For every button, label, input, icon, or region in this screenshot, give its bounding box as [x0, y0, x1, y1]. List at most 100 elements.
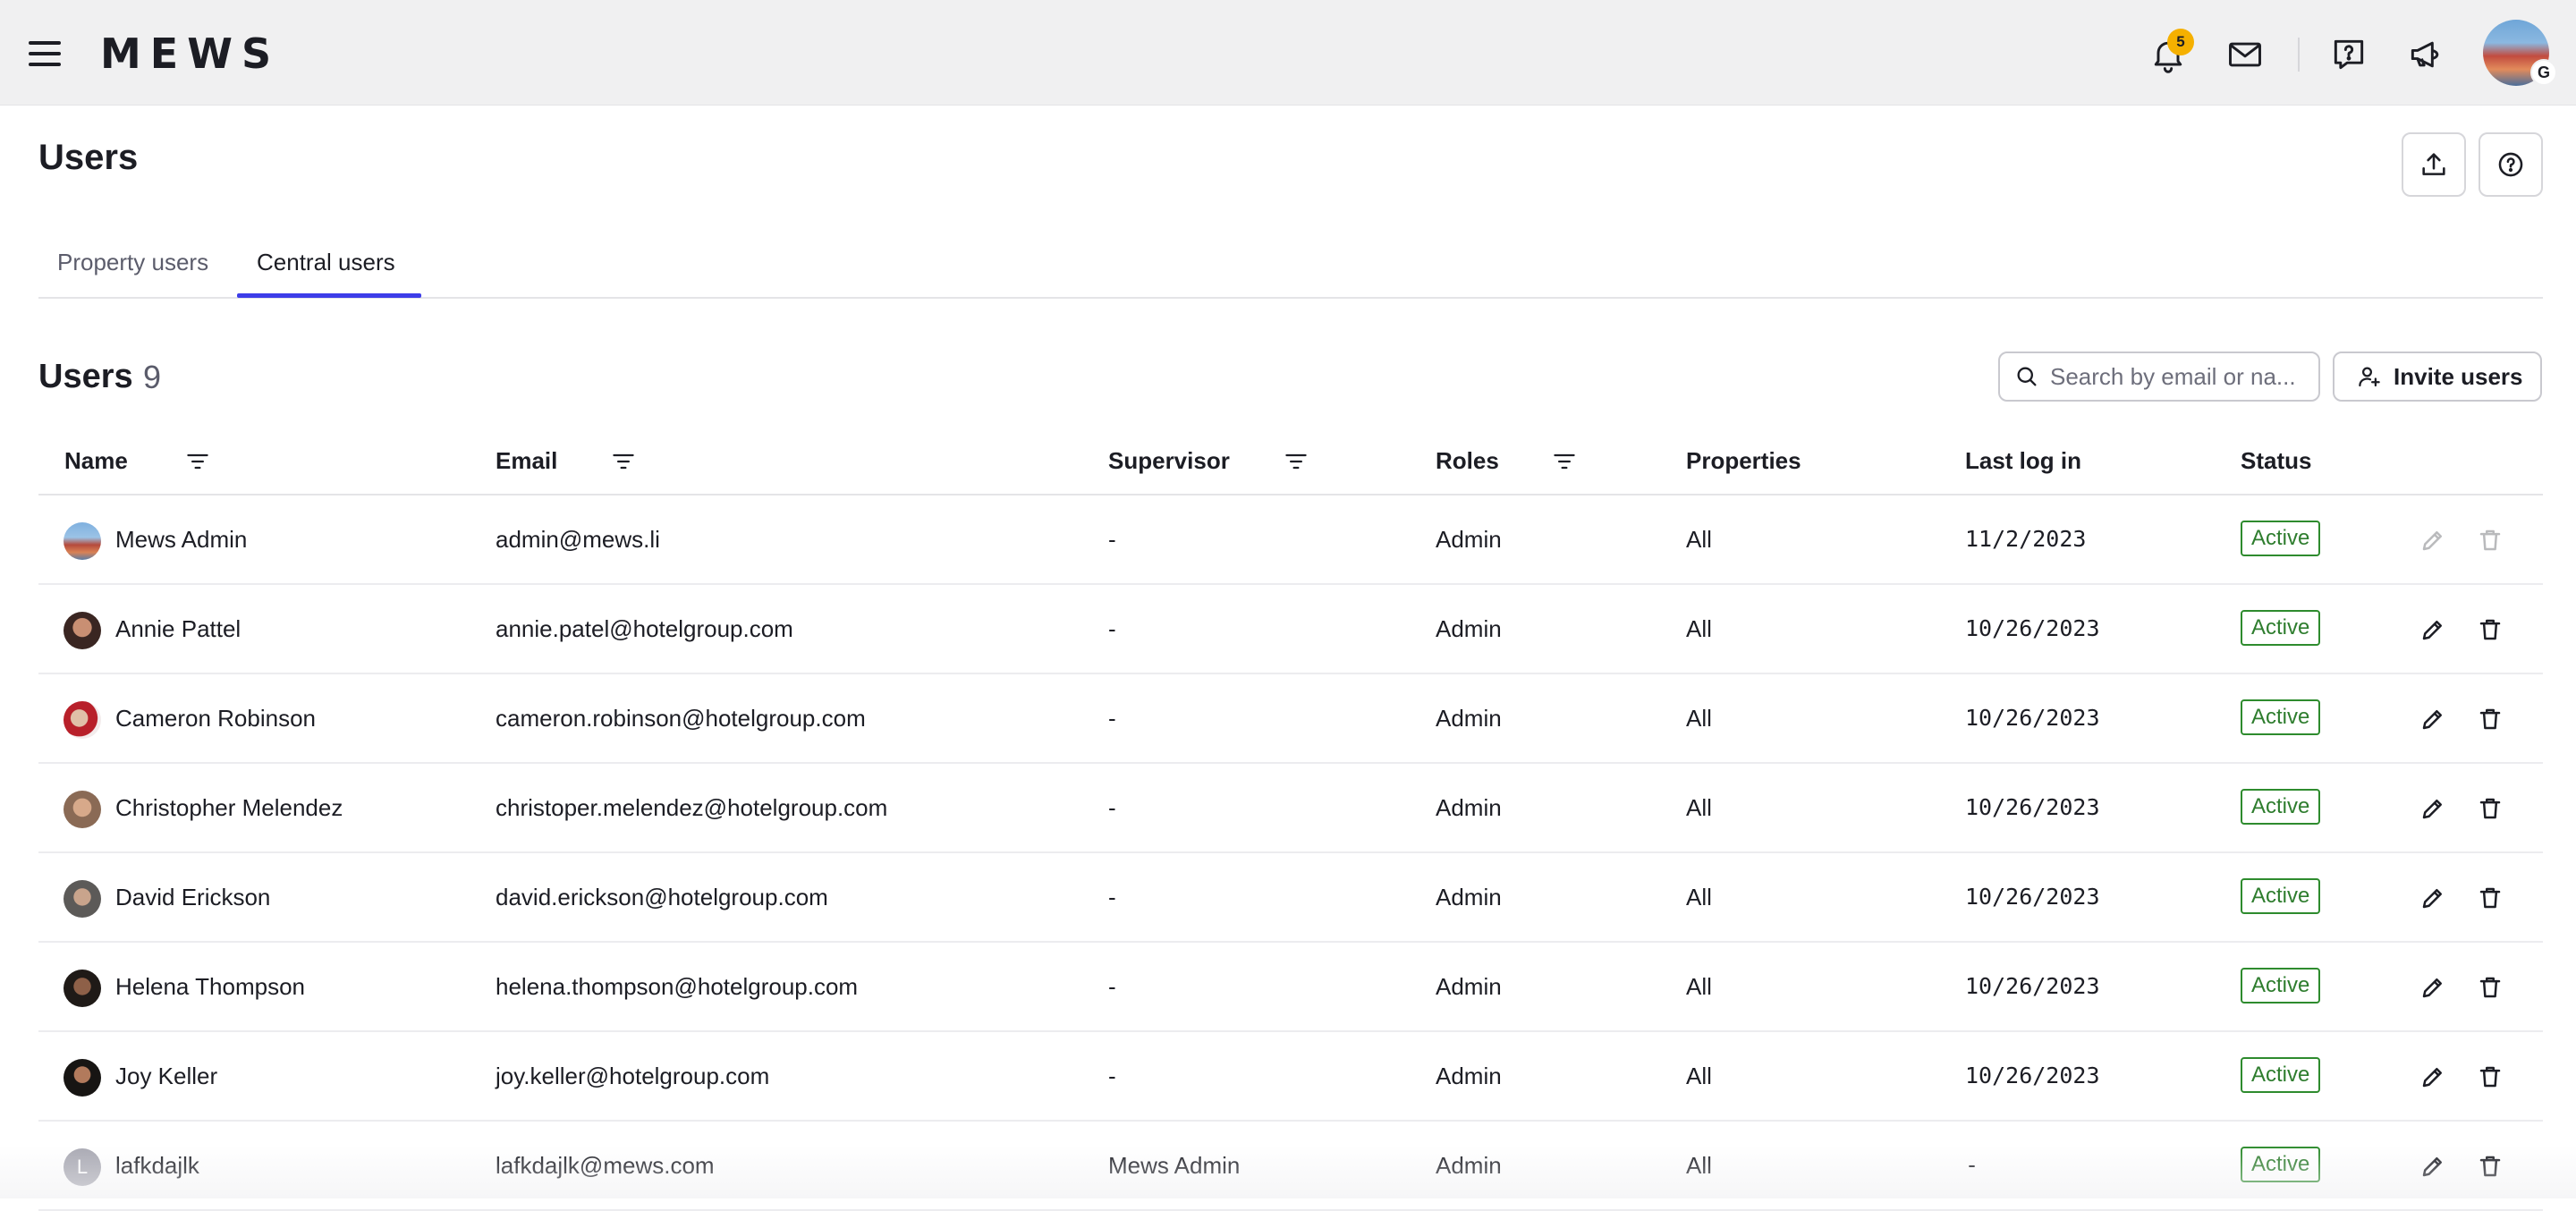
table-row[interactable]: L lafkdajlk lafkdajlk@mews.com Mews Admi… — [38, 1122, 2543, 1211]
avatar: L — [64, 1148, 101, 1186]
avatar — [64, 612, 101, 649]
column-supervisor: Supervisor — [1108, 447, 1230, 474]
user-last-login: 10/26/2023 — [1965, 615, 2100, 641]
page-title: Users — [38, 138, 139, 177]
export-button[interactable] — [2402, 132, 2466, 197]
column-properties: Properties — [1686, 447, 1801, 474]
user-name[interactable]: David Erickson — [115, 882, 270, 912]
user-roles: Admin — [1436, 884, 1502, 910]
help-button[interactable] — [2479, 132, 2543, 197]
user-email: helena.thompson@hotelgroup.com — [496, 973, 859, 1000]
edit-icon[interactable] — [2417, 882, 2449, 914]
user-roles: Admin — [1436, 615, 1502, 642]
users-table: Name Email Supervisor Roles Properties L… — [38, 428, 2543, 1211]
user-supervisor: - — [1108, 973, 1116, 1000]
status-badge: Active — [2241, 521, 2321, 556]
megaphone-icon[interactable] — [2405, 34, 2446, 75]
edit-icon — [2417, 524, 2449, 556]
table-row[interactable]: Joy Keller joy.keller@hotelgroup.com - A… — [38, 1032, 2543, 1122]
menu-icon[interactable] — [29, 41, 61, 66]
user-name[interactable]: Cameron Robinson — [115, 703, 316, 733]
user-roles: Admin — [1436, 973, 1502, 1000]
user-name[interactable]: Annie Pattel — [115, 614, 241, 644]
user-name[interactable]: Joy Keller — [115, 1061, 217, 1091]
user-last-login: - — [1965, 1152, 1979, 1178]
filter-icon[interactable] — [610, 449, 637, 474]
help-chat-icon[interactable] — [2328, 34, 2369, 75]
user-email: lafkdajlk@mews.com — [496, 1152, 715, 1179]
user-supervisor: - — [1108, 526, 1116, 553]
column-email: Email — [496, 447, 558, 474]
user-email: annie.patel@hotelgroup.com — [496, 615, 793, 642]
delete-icon[interactable] — [2474, 882, 2506, 914]
filter-icon[interactable] — [1283, 449, 1309, 474]
user-supervisor: Mews Admin — [1108, 1152, 1241, 1179]
column-status: Status — [2241, 447, 2312, 474]
user-properties: All — [1686, 973, 1712, 1000]
delete-icon[interactable] — [2474, 1150, 2506, 1182]
table-row[interactable]: David Erickson david.erickson@hotelgroup… — [38, 853, 2543, 943]
edit-icon[interactable] — [2417, 703, 2449, 735]
user-name[interactable]: Mews Admin — [115, 524, 247, 555]
delete-icon[interactable] — [2474, 971, 2506, 1004]
user-email: admin@mews.li — [496, 526, 660, 553]
top-bar: MEWS 5 G — [0, 0, 2576, 106]
table-row[interactable]: Cameron Robinson cameron.robinson@hotelg… — [38, 674, 2543, 764]
user-supervisor: - — [1108, 794, 1116, 821]
search-field[interactable] — [1998, 351, 2320, 402]
avatar — [64, 970, 101, 1007]
user-last-login: 10/26/2023 — [1965, 973, 2100, 999]
edit-icon[interactable] — [2417, 792, 2449, 825]
delete-icon — [2474, 524, 2506, 556]
table-row[interactable]: Annie Pattel annie.patel@hotelgroup.com … — [38, 585, 2543, 674]
edit-icon[interactable] — [2417, 1150, 2449, 1182]
user-email: david.erickson@hotelgroup.com — [496, 884, 828, 910]
column-last-login: Last log in — [1965, 447, 2081, 474]
column-name: Name — [64, 447, 128, 474]
user-roles: Admin — [1436, 526, 1502, 553]
user-properties: All — [1686, 526, 1712, 553]
status-badge: Active — [2241, 789, 2321, 825]
notification-count-badge: 5 — [2167, 29, 2194, 55]
filter-icon[interactable] — [184, 449, 211, 474]
user-properties: All — [1686, 1152, 1712, 1179]
upload-icon — [2422, 153, 2445, 175]
filter-icon[interactable] — [1551, 449, 1578, 474]
mail-icon[interactable] — [2224, 34, 2266, 75]
user-properties: All — [1686, 794, 1712, 821]
delete-icon[interactable] — [2474, 703, 2506, 735]
table-row[interactable]: Helena Thompson helena.thompson@hotelgro… — [38, 943, 2543, 1032]
avatar — [64, 880, 101, 918]
user-properties: All — [1686, 1063, 1712, 1089]
user-properties: All — [1686, 705, 1712, 732]
user-supervisor: - — [1108, 884, 1116, 910]
tab-central-users[interactable]: Central users — [257, 247, 395, 277]
mews-logo[interactable]: MEWS — [100, 30, 280, 77]
table-row[interactable]: Mews Admin admin@mews.li - Admin All 11/… — [38, 495, 2543, 585]
edit-icon[interactable] — [2417, 971, 2449, 1004]
user-last-login: 10/26/2023 — [1965, 705, 2100, 731]
delete-icon[interactable] — [2474, 1061, 2506, 1093]
user-properties: All — [1686, 884, 1712, 910]
delete-icon[interactable] — [2474, 792, 2506, 825]
edit-icon[interactable] — [2417, 1061, 2449, 1093]
user-name[interactable]: lafkdajlk — [115, 1150, 199, 1181]
search-input[interactable] — [2050, 362, 2309, 391]
user-email: cameron.robinson@hotelgroup.com — [496, 705, 866, 732]
table-header: Name Email Supervisor Roles Properties L… — [38, 428, 2543, 495]
section-title: Users — [38, 358, 133, 395]
user-last-login: 10/26/2023 — [1965, 1063, 2100, 1088]
tab-property-users[interactable]: Property users — [57, 247, 208, 277]
delete-icon[interactable] — [2474, 614, 2506, 646]
table-body: Mews Admin admin@mews.li - Admin All 11/… — [38, 495, 2543, 1211]
edit-icon[interactable] — [2417, 614, 2449, 646]
user-roles: Admin — [1436, 1063, 1502, 1089]
user-initial-badge: G — [2530, 59, 2557, 86]
status-badge: Active — [2241, 699, 2321, 735]
user-name[interactable]: Helena Thompson — [115, 971, 305, 1002]
invite-users-button[interactable]: Invite users — [2333, 351, 2542, 402]
user-name[interactable]: Christopher Melendez — [115, 792, 343, 823]
bell-icon[interactable]: 5 — [2148, 29, 2194, 75]
user-last-login: 10/26/2023 — [1965, 794, 2100, 820]
table-row[interactable]: Christopher Melendez christoper.melendez… — [38, 764, 2543, 853]
